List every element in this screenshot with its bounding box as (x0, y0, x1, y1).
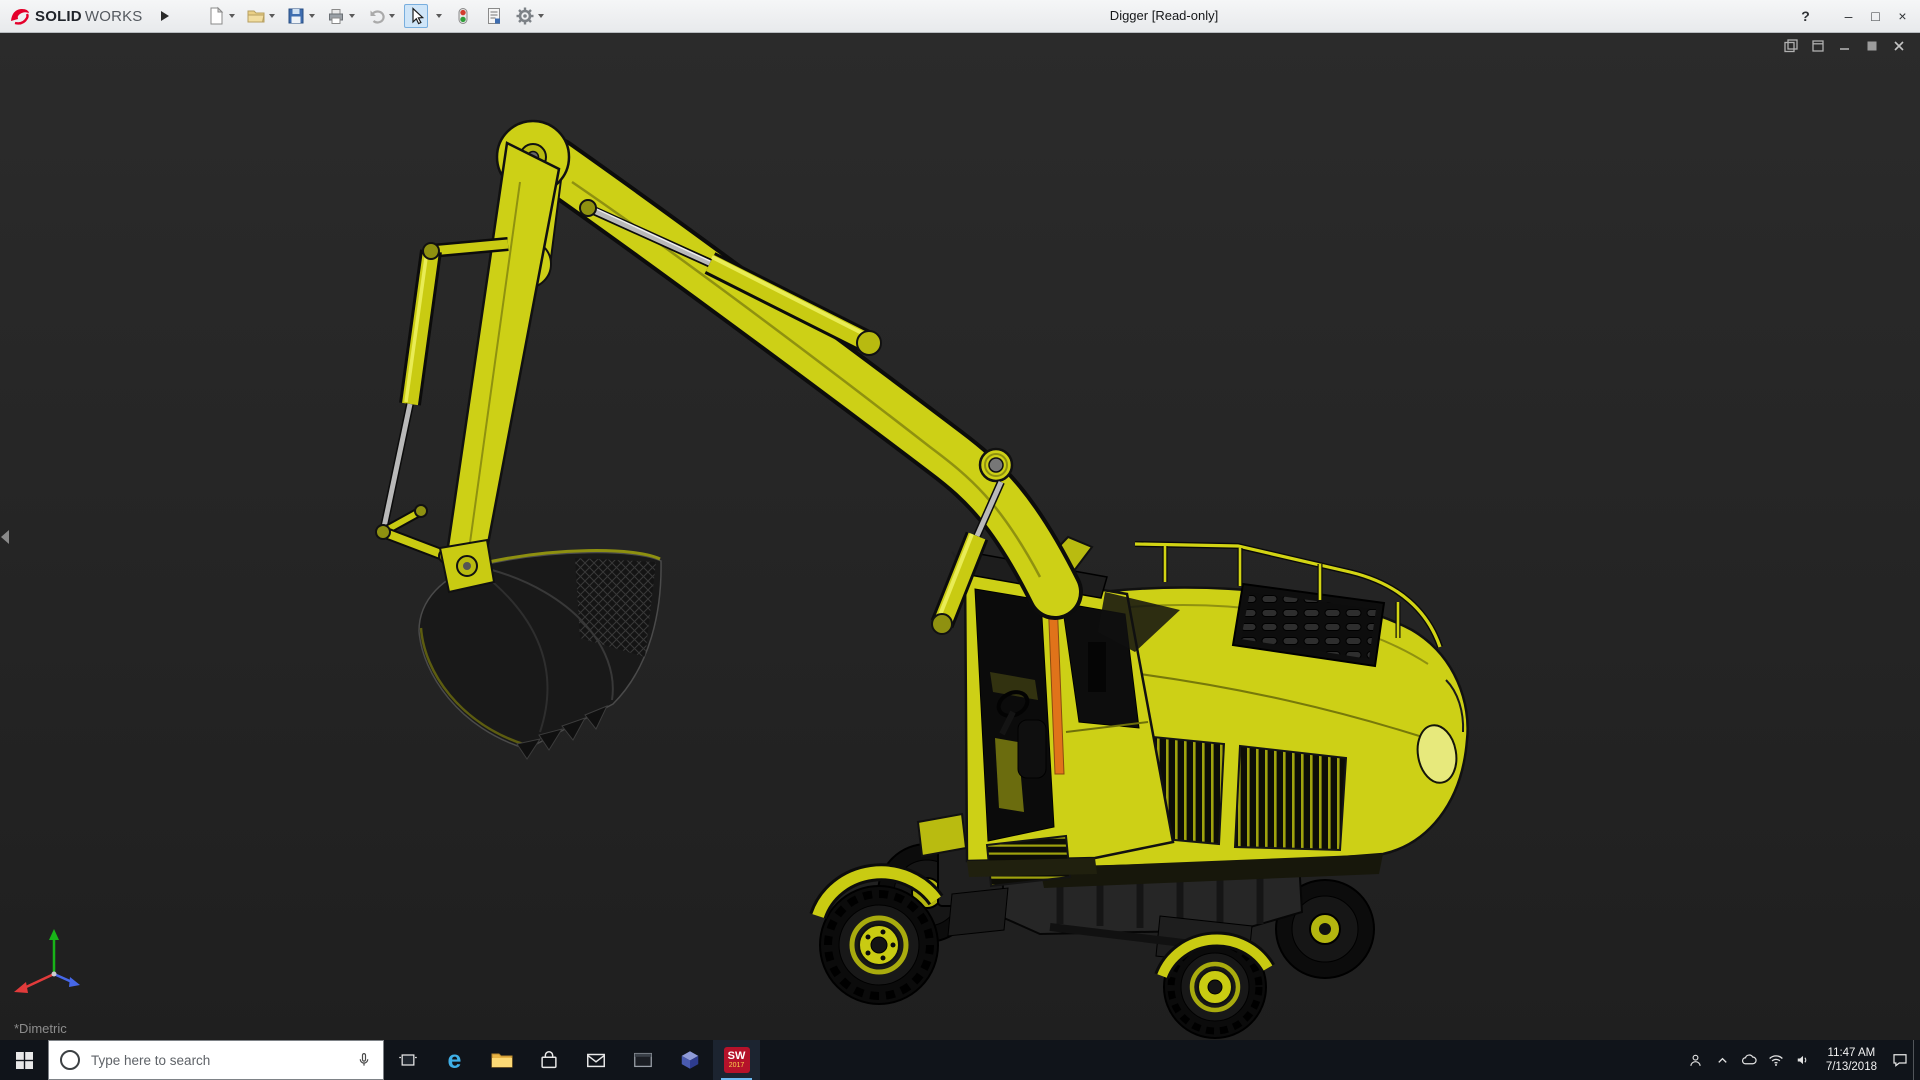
microphone-icon[interactable] (355, 1051, 373, 1069)
play-arrow-icon (160, 10, 170, 22)
open-folder-icon (246, 6, 266, 26)
start-button[interactable] (0, 1040, 48, 1080)
save-button[interactable] (284, 4, 317, 28)
graphics-viewport[interactable]: *Dimetric (0, 32, 1920, 1040)
print-button[interactable] (324, 4, 357, 28)
new-document-button[interactable] (204, 4, 237, 28)
orientation-label: *Dimetric (14, 1021, 67, 1036)
file-properties-button[interactable] (482, 4, 506, 28)
taskbar-app-file-explorer[interactable] (478, 1040, 525, 1080)
taskbar: e SW 2017 (0, 1040, 1920, 1080)
windows-logo-icon (16, 1052, 33, 1069)
task-view-icon (398, 1050, 418, 1070)
orientation-triad[interactable] (14, 929, 80, 993)
save-caret[interactable] (309, 14, 315, 18)
cube-icon (679, 1049, 701, 1071)
rebuild-stoplight-icon (453, 6, 473, 26)
close-button[interactable]: × (1889, 0, 1916, 32)
new-document-icon (206, 6, 226, 26)
taskbar-app-edge[interactable]: e (431, 1040, 478, 1080)
select-tool-caret-button[interactable] (431, 12, 444, 20)
hidden-icons-chevron-icon[interactable] (1709, 1040, 1736, 1080)
select-cursor-icon (406, 6, 426, 26)
new-window-icon[interactable] (1782, 37, 1800, 55)
titlebar: SOLIDWORKS (0, 0, 1920, 33)
minimize-button[interactable]: – (1835, 0, 1862, 32)
logo-text-works: WORKS (85, 8, 143, 25)
cascade-windows-icon[interactable] (1809, 37, 1827, 55)
file-explorer-icon (490, 1048, 514, 1072)
excavator-3d-model[interactable] (0, 32, 1920, 1040)
bucket (419, 540, 661, 759)
solidworks-app-icon: SW 2017 (724, 1047, 750, 1073)
options-button[interactable] (513, 4, 546, 28)
open-caret[interactable] (269, 14, 275, 18)
select-tool-button[interactable] (404, 4, 428, 28)
people-icon[interactable] (1682, 1040, 1709, 1080)
restore-document-icon[interactable] (1863, 37, 1881, 55)
network-wifi-icon[interactable] (1763, 1040, 1790, 1080)
print-icon (326, 6, 346, 26)
taskbar-app-solidworks[interactable]: SW 2017 (713, 1040, 760, 1080)
gear-icon (515, 6, 535, 26)
document-window-controls (1782, 37, 1908, 55)
taskbar-clock[interactable]: 11:47 AM 7/13/2018 (1817, 1040, 1886, 1080)
side-grille-right (1235, 746, 1346, 850)
dassault-logo-icon (8, 6, 32, 26)
file-properties-icon (484, 6, 504, 26)
taskbar-app-mail[interactable] (572, 1040, 619, 1080)
system-tray: 11:47 AM 7/13/2018 (1682, 1040, 1920, 1080)
panel-collapse-arrow[interactable] (1, 530, 9, 544)
seat (1018, 720, 1046, 778)
screen: { "window": { "app_name_bold": "SOLID", … (0, 0, 1920, 1080)
print-caret[interactable] (349, 14, 355, 18)
cortana-icon[interactable] (60, 1050, 80, 1070)
triad-z-axis[interactable] (69, 977, 80, 987)
undo-icon (366, 6, 386, 26)
taskbar-search[interactable] (48, 1040, 384, 1080)
help-button[interactable]: ? (1792, 0, 1819, 32)
mail-envelope-icon (585, 1049, 607, 1071)
stick (445, 143, 559, 581)
window-controls: ? – □ × (1792, 0, 1916, 32)
save-floppy-icon (286, 6, 306, 26)
show-desktop-button[interactable] (1913, 1040, 1920, 1080)
search-input[interactable] (89, 1052, 345, 1069)
main-toolbar (204, 0, 553, 32)
task-view-button[interactable] (384, 1040, 431, 1080)
select-caret[interactable] (436, 14, 442, 18)
maximize-button[interactable]: □ (1862, 0, 1889, 32)
clock-date: 7/13/2018 (1826, 1060, 1877, 1074)
onedrive-cloud-icon[interactable] (1736, 1040, 1763, 1080)
undo-caret[interactable] (389, 14, 395, 18)
console-window-icon (632, 1049, 654, 1071)
boom-arm (376, 121, 1055, 759)
menu-expand-arrow[interactable] (160, 0, 170, 32)
taskbar-app-store[interactable] (525, 1040, 572, 1080)
stick-cylinder (580, 200, 881, 355)
window-title: Digger [Read-only] (1110, 0, 1218, 32)
triad-x-axis[interactable] (14, 982, 28, 993)
solidworks-logo: SOLIDWORKS (8, 0, 143, 32)
taskbar-app-composer[interactable] (666, 1040, 713, 1080)
logo-text-solid: SOLID (35, 8, 82, 25)
store-bag-icon (538, 1049, 560, 1071)
edge-icon: e (448, 1048, 462, 1073)
clock-time: 11:47 AM (1828, 1046, 1876, 1060)
new-document-caret[interactable] (229, 14, 235, 18)
open-button[interactable] (244, 4, 277, 28)
taskbar-app-console[interactable] (619, 1040, 666, 1080)
minimize-document-icon[interactable] (1836, 37, 1854, 55)
action-center-icon[interactable] (1886, 1040, 1913, 1080)
close-document-icon[interactable] (1890, 37, 1908, 55)
options-caret[interactable] (538, 14, 544, 18)
rebuild-button[interactable] (451, 4, 475, 28)
volume-icon[interactable] (1790, 1040, 1817, 1080)
triad-y-axis[interactable] (49, 929, 59, 940)
undo-button[interactable] (364, 4, 397, 28)
